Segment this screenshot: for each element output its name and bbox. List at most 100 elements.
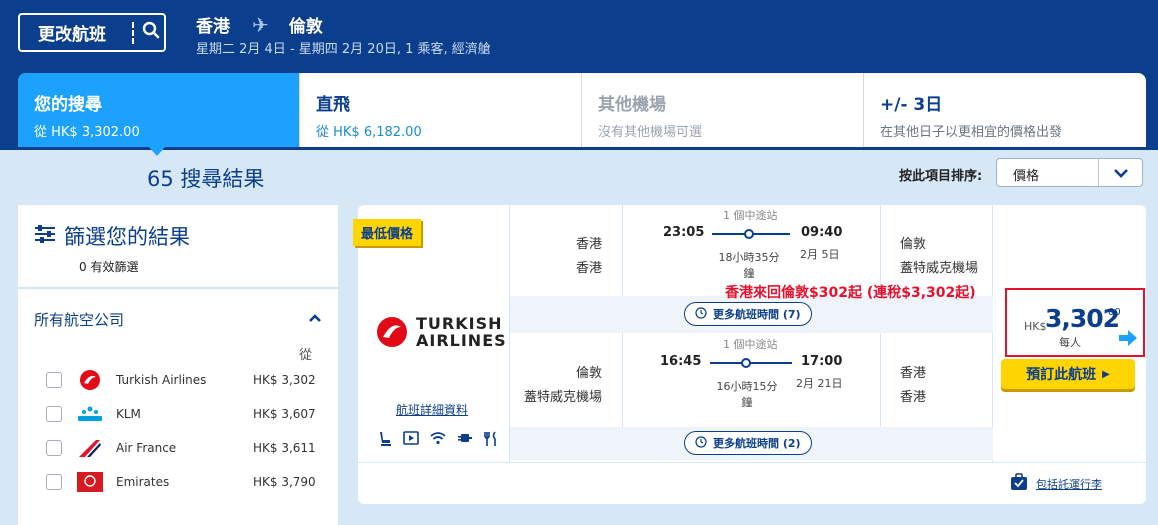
duration-line1: 18小時35分 [718, 251, 780, 264]
duration-line2: 鐘 [743, 267, 755, 280]
baggage-label: 包括託運行李 [1036, 477, 1102, 491]
tab-plus-minus-days[interactable]: +/- 3日 在其他日子以更相宜的價格出發 [864, 73, 1146, 147]
airline-name: Emirates [116, 475, 170, 489]
sliders-icon [34, 224, 56, 249]
caret-right-icon: ▶ [1102, 368, 1110, 380]
from-label: 從 [298, 348, 312, 363]
tab-title: 直飛 [316, 95, 350, 115]
tab-title: 您的搜尋 [34, 95, 102, 115]
duration-line2: 鐘 [741, 396, 753, 409]
filter-panel: 篩選您的結果 0 有效篩選 所有航空公司 從 Turkish Airlines … [18, 205, 338, 525]
amenities [378, 431, 498, 451]
air-france-logo [76, 438, 104, 458]
duration-line1: 16小時15分 [716, 380, 778, 393]
outbound-to-airport: 蓋特威克機場 [900, 261, 979, 276]
divider [992, 205, 993, 462]
suitcase-check-icon [1010, 473, 1028, 494]
power-outlet-icon [457, 431, 473, 451]
emirates-logo [76, 472, 104, 492]
flight-result-card: 最低價格 TURKISH AIRLINES 航班詳細資料 香港 香港 1 個中途… [353, 205, 1146, 504]
price-annotation: 香港來回倫敦$302起 (連稅$3,302起) [725, 285, 976, 301]
currency: HK$ [1024, 320, 1047, 333]
airline-checkbox[interactable] [46, 372, 62, 388]
airlines-section-toggle[interactable]: 所有航空公司 [18, 289, 338, 330]
airline-name: KLM [116, 407, 141, 421]
clock-icon [695, 306, 707, 322]
more-flight-times-button[interactable]: 更多航班時間 (2) [684, 431, 812, 455]
baggage-included-link[interactable]: 包括託運行李 [1010, 473, 1102, 494]
inbound-from-airport: 蓋特威克機場 [523, 390, 602, 405]
entertainment-icon [403, 431, 419, 451]
outbound-stops: 1 個中途站 [723, 209, 778, 222]
search-tabs: 您的搜尋 從 HK$ 3,302.00 直飛 從 HK$ 6,182.00 其他… [18, 73, 1146, 156]
inbound-duration: 16小時15分 鐘 [712, 378, 782, 410]
inbound-arrive-time: 17:00 [801, 354, 843, 369]
tab-subtitle: 從 HK$ 3,302.00 [34, 125, 140, 140]
airline-price: HK$ 3,611 [253, 441, 316, 455]
outbound-depart-time: 23:05 [663, 225, 705, 240]
price-cents: 00 [1108, 307, 1121, 318]
inbound-to-city: 香港 [900, 366, 927, 381]
airline-name: Turkish Airlines [116, 373, 207, 387]
divider [509, 205, 510, 462]
divider [132, 21, 134, 44]
airline-checkbox[interactable] [46, 474, 62, 490]
airline-filter-row[interactable]: Turkish Airlines HK$ 3,302 [18, 363, 338, 397]
stop-dot [741, 358, 751, 368]
tab-title: +/- 3日 [880, 95, 943, 115]
airline-wordmark-line2: AIRLINES [416, 331, 507, 350]
tab-your-search[interactable]: 您的搜尋 從 HK$ 3,302.00 [18, 73, 300, 156]
airline-filter-row[interactable]: Emirates HK$ 3,790 [18, 465, 338, 499]
more-times-label: 更多航班時間 (2) [713, 437, 801, 450]
inbound-from-city: 倫敦 [575, 366, 602, 381]
sort-select[interactable]: 價格 [996, 158, 1143, 187]
book-flight-button[interactable]: 預訂此航班 ▶ [1001, 359, 1135, 389]
more-flight-times-button[interactable]: 更多航班時間 (7) [684, 302, 812, 326]
inbound-to-airport: 香港 [900, 390, 927, 405]
wifi-icon [430, 431, 446, 451]
divider [880, 333, 881, 427]
destination-city: 倫敦 [288, 17, 323, 37]
airline-name: Air France [116, 441, 177, 455]
airline-filter-row[interactable]: Air France HK$ 3,611 [18, 431, 338, 465]
filter-header: 篩選您的結果 0 有效篩選 [18, 205, 338, 289]
active-filter-count: 0 有效篩選 [79, 260, 139, 274]
inbound-arrive-date: 2月 21日 [796, 377, 843, 390]
route-title: 香港 ✈ 倫敦 [196, 12, 323, 38]
change-flight-label: 更改航班 [38, 25, 106, 45]
more-times-label: 更多航班時間 (7) [713, 308, 801, 321]
clock-icon [695, 435, 707, 451]
origin-city: 香港 [196, 17, 230, 37]
klm-logo [76, 404, 104, 424]
seat-icon [378, 431, 392, 451]
stop-dot [744, 229, 754, 239]
tab-direct[interactable]: 直飛 從 HK$ 6,182.00 [300, 73, 582, 147]
filter-title: 篩選您的結果 [64, 225, 190, 249]
outbound-arrive-time: 09:40 [801, 225, 843, 240]
airline-filter-row[interactable]: KLM HK$ 3,607 [18, 397, 338, 431]
outbound-duration: 18小時35分 鐘 [714, 249, 784, 281]
tab-subtitle: 從 HK$ 6,182.00 [316, 125, 422, 140]
airline-checkbox[interactable] [46, 440, 62, 456]
timeline [710, 362, 792, 364]
outbound-to-city: 倫敦 [900, 237, 927, 252]
price-box[interactable]: HK$ 3,302 00 每人 [1005, 288, 1145, 357]
divider [358, 462, 1146, 463]
tab-other-airports[interactable]: 其他機場 沒有其他機場可選 [582, 73, 864, 147]
inbound-stops: 1 個中途站 [723, 338, 778, 351]
outbound-from-airport: 香港 [575, 261, 602, 276]
chevron-up-icon [308, 309, 322, 330]
tab-title: 其他機場 [598, 95, 666, 115]
airline-price: HK$ 3,607 [253, 407, 316, 421]
change-flight-button[interactable]: 更改航班 [18, 13, 166, 52]
chevron-down-icon [1098, 159, 1142, 186]
airline-checkbox[interactable] [46, 406, 62, 422]
turkish-airlines-logo [76, 370, 104, 390]
airlines-heading: 所有航空公司 [34, 311, 125, 329]
arrow-right-icon [1117, 328, 1139, 353]
lowest-price-badge: 最低價格 [353, 219, 422, 246]
airline-wordmark-line1: TURKISH [416, 314, 503, 333]
divider [622, 205, 623, 296]
divider [622, 333, 623, 427]
flight-details-link[interactable]: 航班詳細資料 [396, 401, 468, 418]
